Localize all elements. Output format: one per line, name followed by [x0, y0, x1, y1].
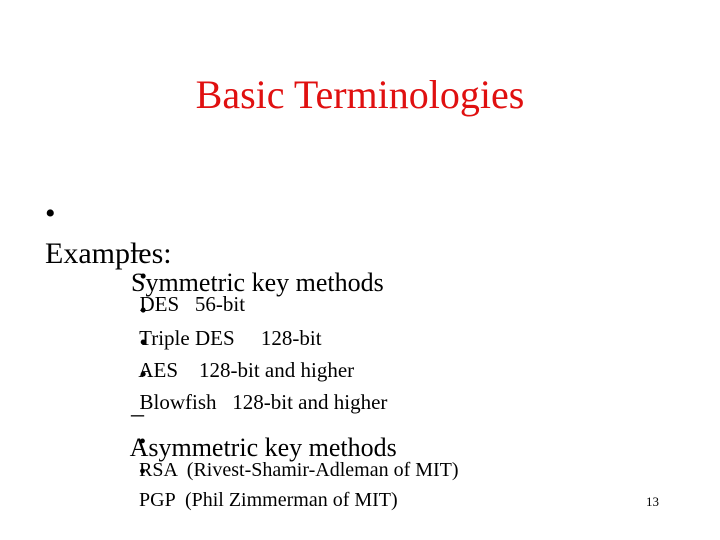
list-item-pgp: • PGP (Phil Zimmerman of MIT) — [129, 430, 398, 514]
slide-title: Basic Terminologies — [195, 72, 525, 117]
bullet-marker: • — [45, 197, 56, 230]
page-number: 13 — [646, 494, 659, 509]
list-item-text: PGP (Phil Zimmerman of MIT) — [139, 489, 398, 511]
bullet-marker: • — [139, 461, 147, 483]
